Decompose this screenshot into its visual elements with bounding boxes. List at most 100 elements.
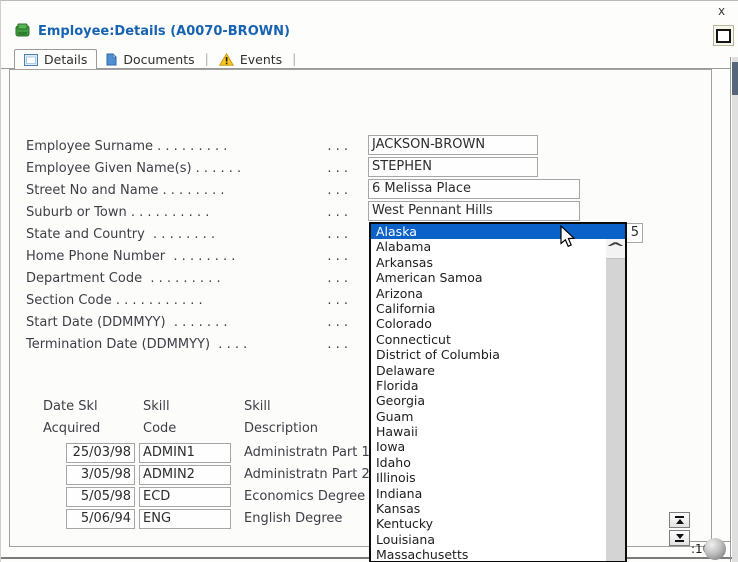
skill-description: Administratn Part 1	[244, 445, 370, 460]
form-row: Employee Surname . . . . . . . . . . . .	[26, 135, 348, 157]
employee-details-window: Employee:Details (A0070-BROWN) x Details…	[0, 0, 738, 562]
skill-date-input[interactable]: 5/05/98	[66, 487, 135, 507]
field-label: Start Date (DDMMYY) . . . . . . .	[26, 315, 228, 330]
field-label: Employee Given Name(s) . . . . . .	[26, 161, 241, 176]
skill-date-input[interactable]: 25/03/98	[66, 443, 135, 463]
tab-events[interactable]: Events	[210, 49, 291, 69]
tab-bar: Details Documents | Events |	[14, 48, 297, 69]
state-option[interactable]: Arkansas	[371, 255, 625, 270]
arrow-up-icon	[676, 519, 684, 524]
scroll-first-button[interactable]	[669, 512, 690, 528]
skills-header-code-1: Skill	[143, 399, 170, 414]
field-label: Street No and Name . . . . . . . .	[26, 183, 225, 198]
state-option[interactable]: Guam	[371, 409, 625, 424]
state-option[interactable]: Alaska	[371, 224, 625, 239]
state-option[interactable]: Hawaii	[371, 424, 625, 439]
field-dots: . . .	[327, 337, 348, 352]
street-input[interactable]: 6 Melissa Place	[368, 179, 580, 199]
dropdown-scrollbar[interactable]: ^	[606, 239, 625, 561]
skill-date-input[interactable]: 5/06/94	[66, 509, 135, 529]
state-option[interactable]: Delaware	[371, 363, 625, 378]
field-dots: . . .	[327, 183, 348, 198]
scroll-up-button[interactable]: ^	[606, 239, 625, 259]
events-warning-icon	[219, 53, 234, 66]
state-dropdown-list: AlaskaAlabamaArkansasAmerican SamoaArizo…	[369, 222, 627, 562]
tab-documents[interactable]: Documents	[97, 49, 203, 69]
field-label: Section Code . . . . . . . . . . .	[26, 293, 203, 308]
details-tab-icon	[24, 54, 38, 66]
form-label-column: Employee Surname . . . . . . . . . . . .…	[26, 135, 348, 355]
skill-code-input[interactable]: ENG	[139, 509, 231, 529]
skill-description: Economics Degree	[244, 489, 365, 504]
surname-input[interactable]: JACKSON-BROWN	[368, 135, 538, 155]
skills-header-code-2: Code	[143, 421, 176, 436]
field-label: Department Code . . . . . . . . .	[26, 271, 221, 286]
tab-details[interactable]: Details	[14, 49, 97, 69]
skill-code-input[interactable]: ADMIN1	[139, 443, 231, 463]
tab-details-label: Details	[44, 52, 87, 67]
skill-description: English Degree	[244, 511, 342, 526]
suburb-input[interactable]: West Pennant Hills	[368, 201, 580, 221]
state-option[interactable]: Arizona	[371, 286, 625, 301]
skills-header-date-1: Date Skl	[43, 399, 98, 414]
state-option[interactable]: Indiana	[371, 486, 625, 501]
skills-header-date-2: Acquired	[43, 421, 100, 436]
maximize-button[interactable]	[713, 25, 734, 46]
skill-row: 25/03/98 ADMIN1 Administratn Part 1	[1, 442, 421, 464]
close-icon[interactable]: x	[718, 4, 725, 18]
skill-description: Administratn Part 2	[244, 467, 370, 482]
documents-tab-icon	[106, 53, 117, 66]
state-option[interactable]: Colorado	[371, 316, 625, 331]
state-option[interactable]: Illinois	[371, 470, 625, 485]
window-title: Employee:Details (A0070-BROWN)	[38, 24, 290, 39]
state-option[interactable]: Iowa	[371, 439, 625, 454]
form-row: State and Country . . . . . . . . . . .	[26, 223, 348, 245]
skill-code-input[interactable]: ADMIN2	[139, 465, 231, 485]
state-option[interactable]: Florida	[371, 378, 625, 393]
tab-events-label: Events	[240, 52, 282, 67]
state-option[interactable]: Idaho	[371, 455, 625, 470]
field-label: Termination Date (DDMMYY) . . . .	[26, 337, 247, 352]
form-row: Termination Date (DDMMYY) . . . . . . .	[26, 333, 348, 355]
field-dots: . . .	[327, 139, 348, 154]
skill-row: 5/05/98 ECD Economics Degree	[1, 486, 421, 508]
mouse-cursor-icon	[559, 225, 577, 249]
state-option[interactable]: California	[371, 301, 625, 316]
form-row: Street No and Name . . . . . . . . . . .	[26, 179, 348, 201]
skills-header-desc-2: Description	[244, 421, 318, 436]
state-option[interactable]: Connecticut	[371, 332, 625, 347]
field-label: Home Phone Number . . . . . . . .	[26, 249, 235, 264]
form-row: Home Phone Number . . . . . . . . . . .	[26, 245, 348, 267]
gray-sphere-icon	[704, 538, 726, 560]
form-row: Section Code . . . . . . . . . . . . . .	[26, 289, 348, 311]
field-dots: . . .	[327, 205, 348, 220]
state-option[interactable]: Alabama	[371, 239, 625, 254]
skill-row: 5/06/94 ENG English Degree	[1, 508, 421, 530]
state-option[interactable]: Kansas	[371, 501, 625, 516]
skill-code-input[interactable]: ECD	[139, 487, 231, 507]
chevron-up-icon: ^	[605, 244, 626, 254]
arrow-to-top-icon	[675, 516, 684, 518]
field-dots: . . .	[327, 293, 348, 308]
field-label: Suburb or Town . . . . . . . . . .	[26, 205, 209, 220]
maximize-icon	[716, 29, 731, 43]
window-vertical-scrollbar[interactable]	[732, 57, 738, 562]
app-icon	[14, 22, 31, 39]
state-option[interactable]: Georgia	[371, 393, 625, 408]
given-name-input[interactable]: STEPHEN	[368, 157, 538, 177]
arrow-down-icon	[676, 534, 684, 539]
state-option[interactable]: Kentucky	[371, 516, 625, 531]
state-option[interactable]: Louisiana	[371, 532, 625, 547]
form-row: Department Code . . . . . . . . . . . .	[26, 267, 348, 289]
arrow-to-bottom-icon	[675, 540, 684, 542]
state-option[interactable]: American Samoa	[371, 270, 625, 285]
skills-table: 25/03/98 ADMIN1 Administratn Part 1 3/05…	[1, 442, 421, 530]
field-dots: . . .	[327, 227, 348, 242]
field-label: Employee Surname . . . . . . . . .	[26, 139, 227, 154]
scrollbar-thumb[interactable]	[732, 62, 738, 95]
state-option[interactable]: Massachusetts	[371, 547, 625, 562]
skill-date-input[interactable]: 3/05/98	[66, 465, 135, 485]
state-option[interactable]: District of Columbia	[371, 347, 625, 362]
scroll-last-button[interactable]	[669, 530, 690, 546]
field-dots: . . .	[327, 315, 348, 330]
